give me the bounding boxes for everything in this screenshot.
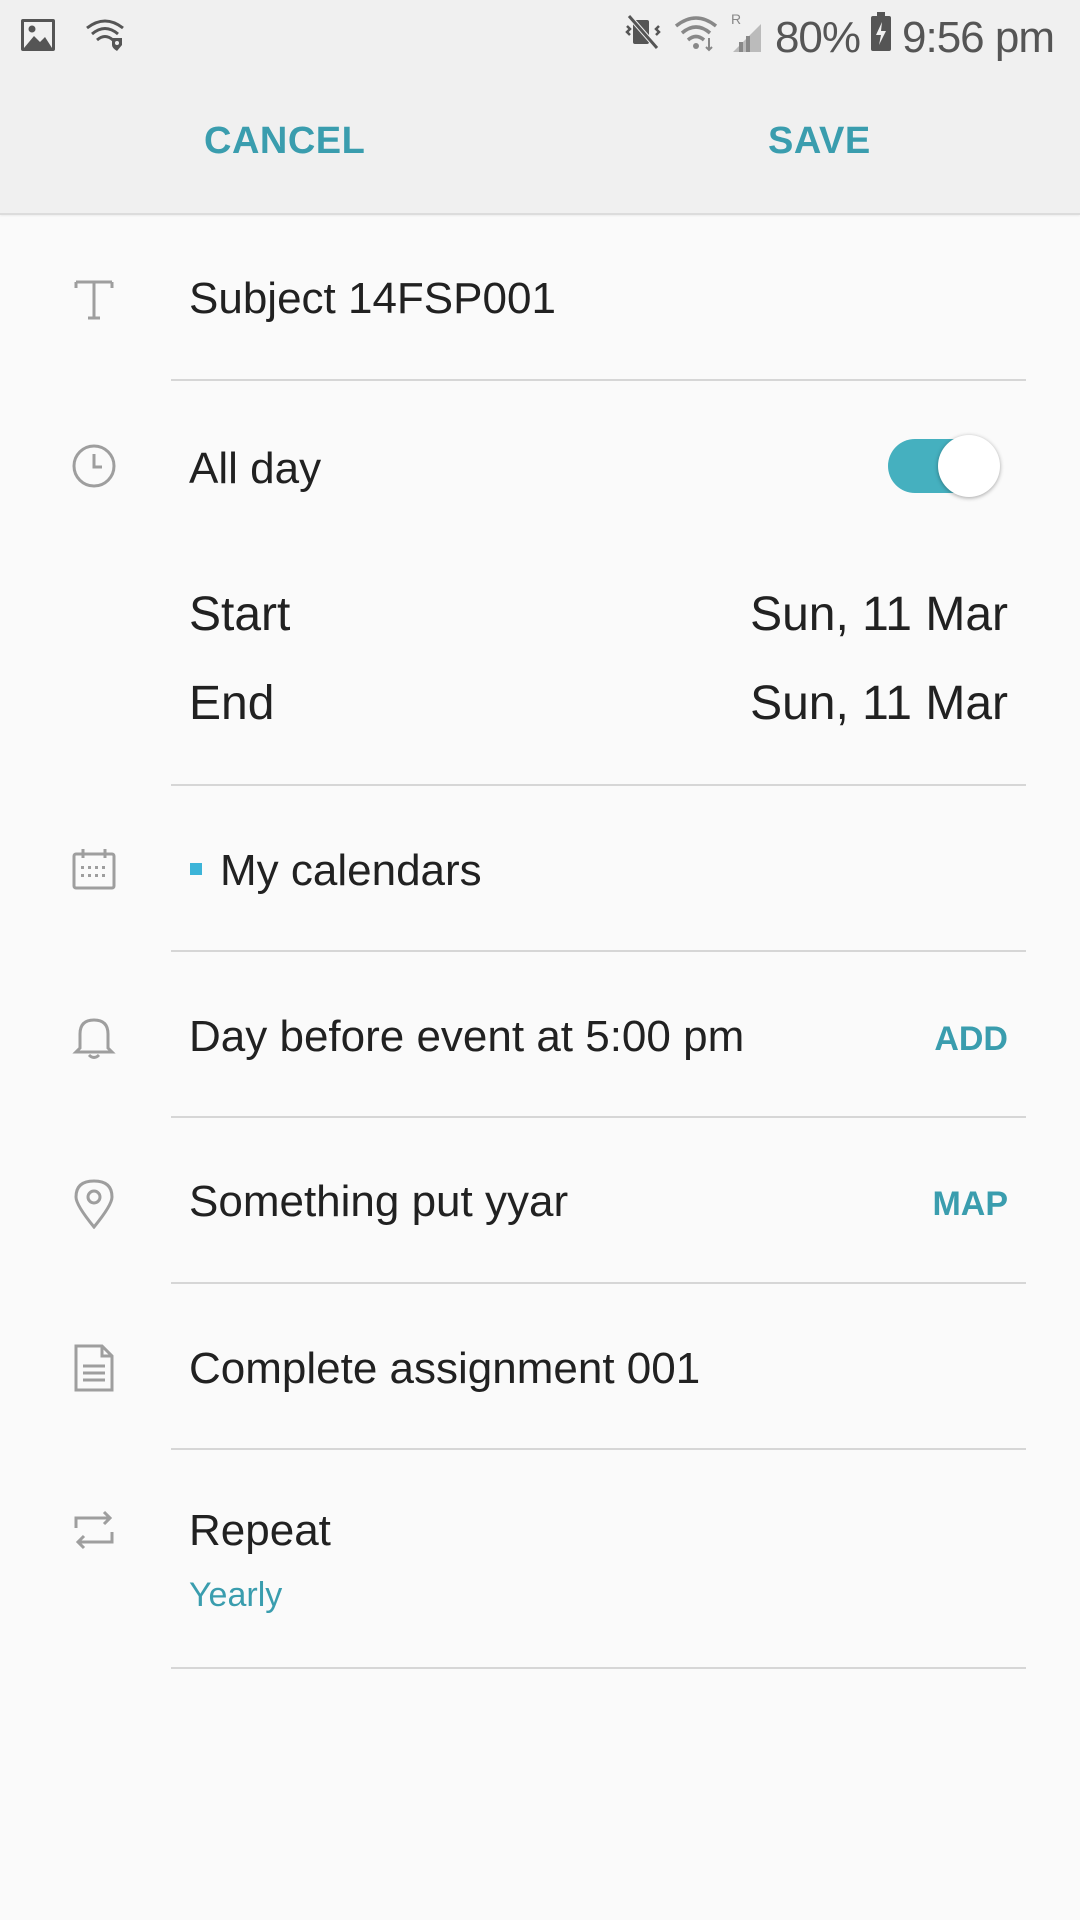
battery-percentage: 80%: [774, 12, 861, 62]
svg-text:R: R: [731, 11, 741, 27]
text-title-icon: [70, 276, 118, 324]
divider: [171, 379, 1026, 381]
mute-vibrate-icon: [623, 12, 663, 63]
status-bar-left: [20, 18, 126, 57]
divider: [171, 1667, 1026, 1669]
notes-input[interactable]: Complete assignment 001: [189, 1344, 700, 1394]
divider: [171, 1282, 1026, 1284]
title-row[interactable]: Subject 14FSP001: [0, 240, 1080, 380]
divider: [171, 950, 1026, 952]
all-day-row[interactable]: All day: [0, 410, 1080, 520]
end-label: End: [189, 677, 275, 730]
repeat-row[interactable]: Repeat Yearly: [0, 1470, 1080, 1665]
status-bar-right: R 80% 9:56 pm: [623, 10, 1055, 65]
reminder-row[interactable]: Day before event at 5:00 pm ADD: [0, 970, 1080, 1115]
roaming-signal-icon: R: [729, 10, 765, 65]
calendar-color-dot: [190, 863, 202, 875]
event-title-input[interactable]: Subject 14FSP001: [189, 274, 556, 324]
divider: [171, 1448, 1026, 1450]
location-input[interactable]: Something put yyar: [189, 1177, 568, 1227]
note-icon: [70, 1342, 118, 1392]
image-icon: [20, 18, 56, 57]
toggle-knob: [938, 435, 1000, 497]
bell-icon: [70, 1012, 118, 1060]
end-date[interactable]: Sun, 11 Mar: [750, 676, 1008, 731]
notes-row[interactable]: Complete assignment 001: [0, 1300, 1080, 1445]
clock-icon: [70, 442, 118, 490]
save-button[interactable]: SAVE: [768, 120, 871, 163]
repeat-label: Repeat: [189, 1506, 331, 1555]
action-bar: CANCEL SAVE: [0, 76, 1080, 215]
location-pin-icon: [70, 1177, 118, 1230]
divider: [171, 1116, 1026, 1118]
repeat-icon: [70, 1506, 118, 1554]
map-button[interactable]: MAP: [932, 1185, 1008, 1224]
repeat-value: Yearly: [189, 1576, 283, 1614]
status-time: 9:56 pm: [902, 12, 1055, 62]
battery-charging-icon: [870, 12, 892, 63]
divider: [171, 784, 1026, 786]
start-label: Start: [189, 588, 291, 641]
all-day-toggle[interactable]: [888, 435, 1000, 497]
all-day-label: All day: [189, 444, 322, 493]
calendar-icon: [70, 846, 118, 894]
reminder-text[interactable]: Day before event at 5:00 pm: [189, 1012, 744, 1062]
status-bar: R 80% 9:56 pm: [0, 0, 1080, 76]
location-row[interactable]: Something put yyar MAP: [0, 1135, 1080, 1280]
start-date[interactable]: Sun, 11 Mar: [750, 587, 1008, 642]
wifi-shield-icon: [84, 18, 126, 57]
calendar-row[interactable]: My calendars: [0, 800, 1080, 950]
wifi-icon: [673, 12, 719, 63]
add-reminder-button[interactable]: ADD: [934, 1020, 1008, 1059]
calendar-name[interactable]: My calendars: [220, 846, 482, 896]
cancel-button[interactable]: CANCEL: [204, 120, 365, 163]
